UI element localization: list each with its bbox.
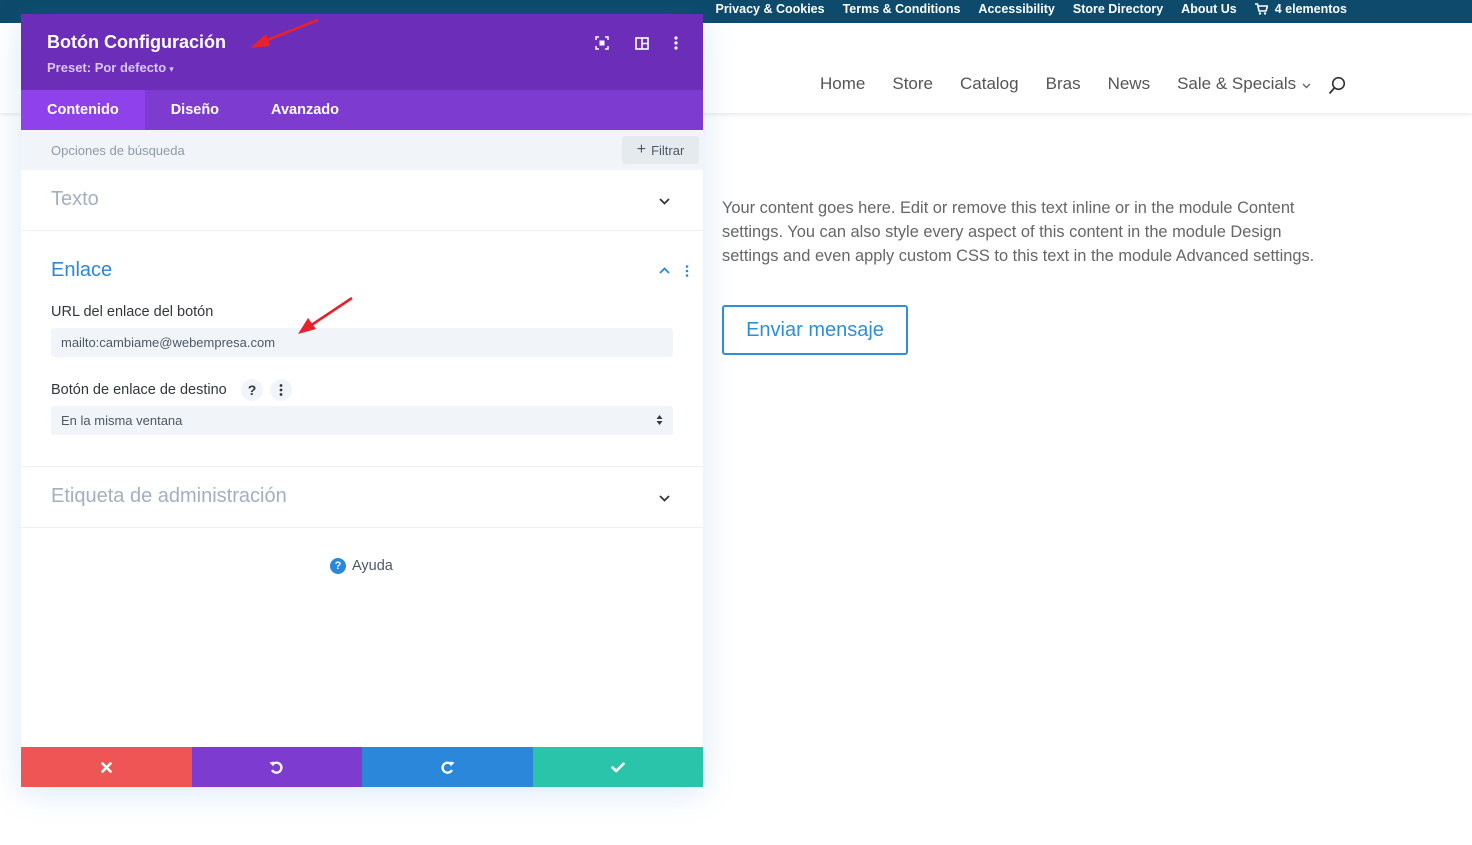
chevron-up-icon[interactable] bbox=[659, 267, 670, 274]
target-field-label: Botón de enlace de destino bbox=[51, 382, 227, 398]
top-bar-links: Privacy & Cookies Terms & Conditions Acc… bbox=[715, 0, 1347, 17]
nav-item-home[interactable]: Home bbox=[820, 74, 865, 94]
more-vertical-icon[interactable] bbox=[685, 265, 689, 277]
tab-contenido[interactable]: Contenido bbox=[21, 90, 145, 130]
split-view-icon[interactable] bbox=[633, 34, 651, 52]
settings-modal: Botón Configuración Preset: Por defecto ▾… bbox=[21, 14, 703, 787]
cart-count: 4 elementos bbox=[1274, 1, 1347, 16]
filter-label: Filtrar bbox=[651, 142, 685, 158]
redo-button[interactable] bbox=[362, 747, 533, 787]
search-icon[interactable] bbox=[1328, 76, 1346, 96]
section-texto-title: Texto bbox=[51, 188, 99, 210]
nav-item-store[interactable]: Store bbox=[892, 74, 933, 94]
nav-item-bras[interactable]: Bras bbox=[1046, 74, 1081, 94]
plus-icon: + bbox=[636, 141, 647, 158]
more-vertical-icon[interactable] bbox=[270, 379, 292, 401]
topbar-link-accessibility[interactable]: Accessibility bbox=[978, 2, 1054, 16]
nav-item-catalog[interactable]: Catalog bbox=[960, 74, 1019, 94]
target-select-value: En la misma ventana bbox=[61, 413, 183, 428]
section-enlace: Enlace URL del enlace del botón mailto:c… bbox=[21, 231, 703, 467]
cart-link[interactable]: 4 elementos bbox=[1254, 1, 1347, 16]
help-label: Ayuda bbox=[352, 558, 393, 574]
section-etiqueta-title: Etiqueta de administración bbox=[51, 485, 287, 507]
nav-item-sale-specials[interactable]: Sale & Specials bbox=[1177, 74, 1311, 94]
section-etiqueta[interactable]: Etiqueta de administración bbox=[21, 467, 703, 528]
help-icon[interactable]: ? bbox=[241, 379, 263, 401]
nav-item-news[interactable]: News bbox=[1108, 74, 1151, 94]
topbar-link-privacy[interactable]: Privacy & Cookies bbox=[715, 2, 824, 16]
content-text: Your content goes here. Edit or remove t… bbox=[722, 199, 1315, 265]
undo-icon bbox=[269, 761, 283, 774]
topbar-link-about[interactable]: About Us bbox=[1181, 2, 1237, 16]
nav-item-sale-label: Sale & Specials bbox=[1177, 74, 1297, 93]
close-icon bbox=[100, 761, 112, 773]
preset-label: Preset: Por defecto bbox=[47, 60, 167, 75]
target-select[interactable]: En la misma ventana bbox=[51, 406, 673, 435]
modal-header[interactable]: Botón Configuración Preset: Por defecto ▾ bbox=[21, 14, 703, 90]
annotation-arrow bbox=[298, 296, 353, 334]
help-link[interactable]: ? Ayuda bbox=[330, 558, 393, 574]
check-icon bbox=[610, 762, 625, 772]
select-arrows-icon bbox=[656, 415, 663, 425]
modal-tabs: Contenido Diseño Avanzado bbox=[21, 90, 703, 130]
topbar-link-terms[interactable]: Terms & Conditions bbox=[843, 2, 961, 16]
url-input[interactable]: mailto:cambiame@webempresa.com bbox=[51, 328, 673, 357]
modal-footer bbox=[21, 747, 703, 787]
annotation-arrow bbox=[250, 18, 319, 48]
tab-avanzado[interactable]: Avanzado bbox=[245, 90, 365, 130]
main-nav: Home Store Catalog Bras News Sale & Spec… bbox=[820, 74, 1311, 94]
filter-button[interactable]: + Filtrar bbox=[622, 136, 699, 164]
options-search-input[interactable]: Opciones de búsqueda bbox=[51, 143, 185, 158]
preset-selector[interactable]: Preset: Por defecto ▾ bbox=[47, 60, 174, 75]
more-vertical-icon[interactable] bbox=[667, 34, 685, 52]
discard-button[interactable] bbox=[21, 747, 192, 787]
save-button[interactable] bbox=[532, 747, 703, 787]
url-field-label: URL del enlace del botón bbox=[51, 304, 214, 320]
cart-icon bbox=[1254, 2, 1268, 15]
caret-down-icon: ▾ bbox=[169, 64, 174, 74]
topbar-link-store-directory[interactable]: Store Directory bbox=[1073, 2, 1163, 16]
section-enlace-title[interactable]: Enlace bbox=[51, 259, 112, 282]
section-texto[interactable]: Texto bbox=[21, 170, 703, 231]
undo-button[interactable] bbox=[191, 747, 362, 787]
send-message-button[interactable]: Enviar mensaje bbox=[722, 305, 908, 355]
expand-icon[interactable] bbox=[593, 34, 611, 52]
options-search-bar: Opciones de búsqueda + Filtrar bbox=[21, 130, 703, 170]
chevron-down-icon bbox=[659, 198, 670, 205]
redo-icon bbox=[441, 761, 455, 774]
chevron-down-icon bbox=[1302, 83, 1311, 89]
tab-diseno[interactable]: Diseño bbox=[145, 90, 245, 130]
help-circle-icon: ? bbox=[330, 558, 346, 574]
chevron-down-icon bbox=[659, 495, 670, 502]
modal-title: Botón Configuración bbox=[47, 32, 226, 52]
